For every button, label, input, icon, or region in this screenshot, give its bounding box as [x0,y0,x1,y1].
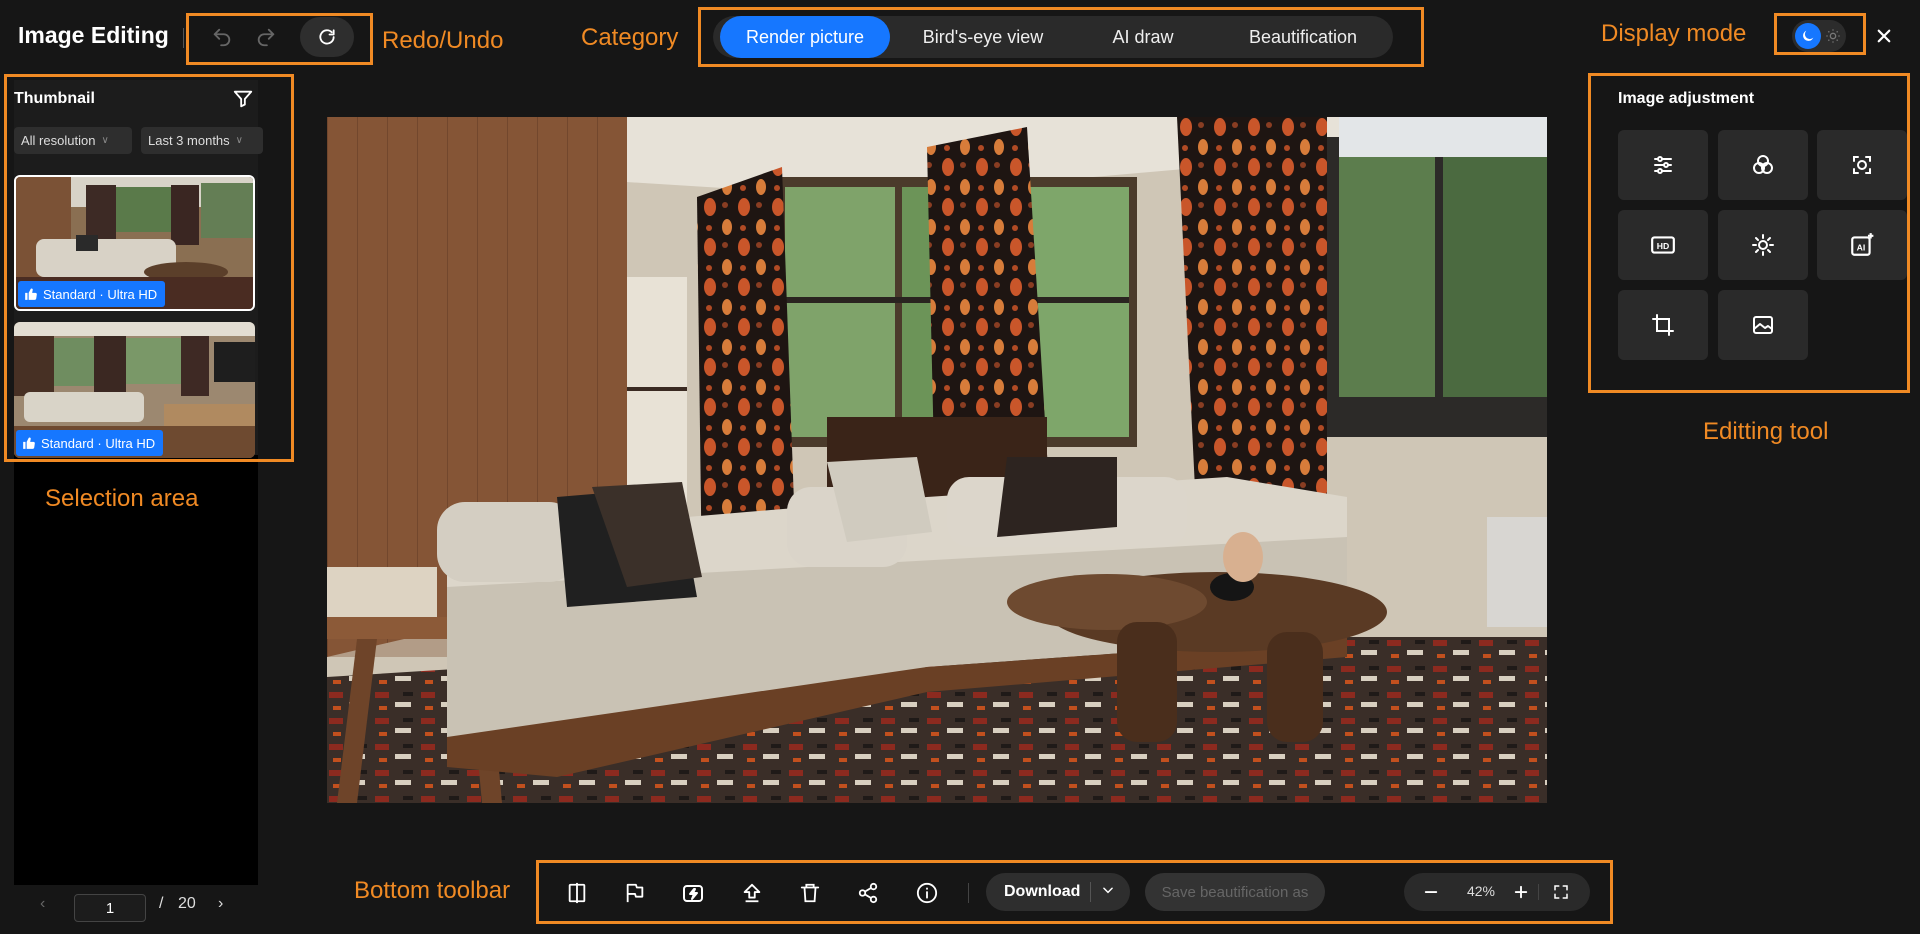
page-separator: / [159,895,164,912]
prev-page-button[interactable]: ‹ [40,895,45,913]
app-title: Image Editing [18,22,169,48]
close-button[interactable] [1868,20,1900,52]
annotation-box-editing-tool [1588,73,1910,393]
annotation-box-redo-undo [186,13,373,65]
page-total: 20 [178,895,196,912]
next-page-button[interactable]: › [218,895,223,913]
annotation-box-display-mode [1774,13,1866,55]
annotation-box-selection-area [4,74,294,462]
page-number-input[interactable] [74,894,146,922]
title-divider [183,28,184,48]
annotation-label-bottom-toolbar: Bottom toolbar [354,877,511,904]
close-icon [1877,29,1891,43]
annotation-label-selection-area: Selection area [45,485,199,512]
annotation-label-category: Category [581,24,679,51]
annotation-box-category [698,7,1424,67]
annotation-label-display-mode: Display mode [1601,20,1747,47]
living-room-render [327,117,1547,803]
annotation-label-editing-tool: Editting tool [1703,418,1829,445]
main-image[interactable] [327,117,1547,803]
annotation-label-redo-undo: Redo/Undo [382,27,504,54]
annotation-box-bottom-toolbar [536,860,1613,924]
